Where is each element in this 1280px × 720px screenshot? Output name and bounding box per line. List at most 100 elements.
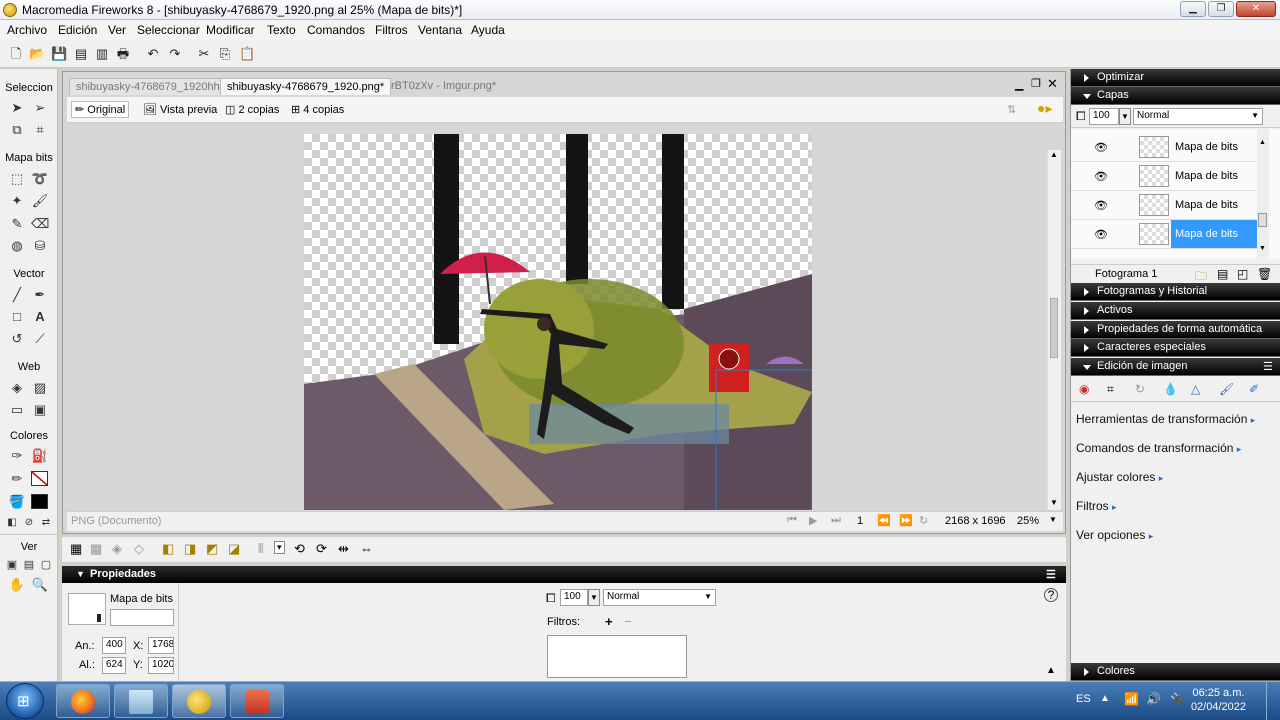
cut-icon[interactable]: ✂	[196, 46, 212, 62]
filters-list[interactable]	[547, 635, 687, 678]
scroll-thumb[interactable]	[1050, 298, 1058, 358]
eraser-tool-icon[interactable]: ⌫	[31, 215, 49, 233]
layer-row[interactable]: 👁 Mapa de bits	[1071, 162, 1257, 191]
close-window-button[interactable]: ✕	[1236, 1, 1276, 17]
align-icon[interactable]: ⫴	[258, 541, 263, 557]
brush-tool-icon[interactable]: 🖌	[31, 192, 49, 210]
crop-tool-icon[interactable]: ⌗	[31, 121, 49, 139]
menu-seleccionar[interactable]: Seleccionar	[137, 23, 200, 37]
layer-opacity-input[interactable]: 100	[1089, 108, 1119, 125]
lasso-tool-icon[interactable]: ➰	[31, 170, 49, 188]
panel-special-chars[interactable]: Caracteres especiales	[1071, 339, 1280, 357]
redo-icon[interactable]: ↷	[167, 46, 183, 62]
frame-prev-button[interactable]: ⏪	[877, 514, 891, 527]
scroll-down-arrow[interactable]: ▼	[1050, 498, 1058, 507]
rotate-left-icon[interactable]: ⟲	[294, 541, 305, 557]
properties-header[interactable]: ▼ Propiedades ☰	[62, 566, 1066, 583]
menu-texto[interactable]: Texto	[267, 23, 296, 37]
freeform-tool-icon[interactable]: ↺	[8, 330, 26, 348]
edit-item-transform-tools[interactable]: Herramientas de transformación ▸	[1076, 412, 1255, 426]
bring-forward-icon[interactable]: ◨	[184, 541, 196, 557]
ie-brush-icon[interactable]: 🖌	[1219, 382, 1234, 396]
panel-activos[interactable]: Activos	[1071, 302, 1280, 320]
undo-icon[interactable]: ↶	[145, 46, 161, 62]
scroll-up-arrow[interactable]: ▲	[1050, 150, 1058, 159]
standard-screen-icon[interactable]: ▣	[3, 556, 21, 574]
frame-last-button[interactable]: ⏭	[831, 514, 841, 527]
canvas-vertical-scrollbar[interactable]: ▲ ▼	[1047, 150, 1061, 510]
ie-drop-icon[interactable]: 💧	[1163, 382, 1178, 396]
text-tool-icon[interactable]: A	[31, 308, 49, 326]
flip-horizontal-icon[interactable]: ⇹	[338, 541, 349, 557]
stroke-color-icon[interactable]: ✏	[8, 470, 26, 488]
zoom-dropdown-icon[interactable]: ▼	[1049, 515, 1057, 524]
magic-wand-icon[interactable]: ✦	[8, 192, 26, 210]
eyedropper-tool-icon[interactable]: ✑	[8, 447, 26, 465]
doc-tab-2[interactable]: shibuyasky-4768679_1920.png*	[220, 78, 392, 95]
power-icon[interactable]: 🔌	[1170, 692, 1185, 706]
subselect-tool-icon[interactable]: ➢	[31, 99, 49, 117]
eye-icon[interactable]: 👁	[1094, 228, 1108, 241]
edit-item-transform-commands[interactable]: Comandos de transformación ▸	[1076, 441, 1241, 455]
taskbar-firefox[interactable]	[56, 684, 110, 718]
edit-item-adjust-colors[interactable]: Ajustar colores ▸	[1076, 470, 1163, 484]
open-file-icon[interactable]: 📂	[29, 46, 45, 62]
expand-properties-icon[interactable]: ▲	[1046, 665, 1056, 676]
doc-tab-1[interactable]: shibuyasky-4768679_1920hhj	[69, 78, 230, 95]
marquee-tool-icon[interactable]: ⬚	[8, 170, 26, 188]
add-filter-icon[interactable]: +	[605, 614, 613, 629]
taskbar-notepad[interactable]	[114, 684, 168, 718]
frame-first-button[interactable]: ⏮	[787, 514, 797, 527]
opacity-dropdown[interactable]: ▼	[588, 589, 600, 606]
x-input[interactable]: 1768	[148, 637, 174, 654]
print-icon[interactable]: 🖶	[115, 46, 131, 62]
import-icon[interactable]: ▤	[73, 46, 89, 62]
group-icon[interactable]: ▦	[70, 541, 82, 557]
ie-replace-color-icon[interactable]: ✐	[1249, 382, 1259, 396]
object-name-input[interactable]	[110, 609, 174, 626]
knife-tool-icon[interactable]: ⟋	[31, 330, 49, 348]
swap-colors-icon[interactable]: ⇄	[37, 514, 55, 532]
optimize-menu-icon[interactable]: ●▸	[1037, 100, 1052, 117]
show-desktop-button[interactable]	[1266, 682, 1280, 720]
view-4up-button[interactable]: ⊞ 4 copias	[291, 103, 344, 116]
menu-edicion[interactable]: Edición	[58, 23, 97, 37]
red-eye-icon[interactable]: ◉	[1079, 382, 1089, 396]
rubber-stamp-icon[interactable]: ⛁	[31, 237, 49, 255]
network-icon[interactable]: 📶	[1124, 692, 1139, 706]
align-dropdown[interactable]: ▾	[274, 541, 285, 554]
trash-icon[interactable]: 🗑	[1257, 267, 1272, 281]
doc-tab-3[interactable]: rBT0zXv - Imgur.png*	[385, 78, 502, 95]
view-original-button[interactable]: ✏ Original	[71, 101, 130, 118]
panel-optimizar[interactable]: Optimizar	[1071, 69, 1280, 87]
panel-image-editing[interactable]: Edición de imagen ☰	[1071, 358, 1280, 376]
layer-row[interactable]: 👁 Mapa de bits	[1071, 133, 1257, 162]
panel-colores[interactable]: Colores	[1071, 663, 1280, 681]
frame-play-button[interactable]: ▶	[809, 514, 817, 527]
doc-restore-icon[interactable]: ❐	[1031, 77, 1041, 90]
volume-icon[interactable]: 🔊	[1146, 692, 1161, 706]
new-bitmap-icon[interactable]: ◰	[1237, 267, 1248, 281]
menu-archivo[interactable]: Archivo	[7, 23, 47, 37]
fill-color-swatch[interactable]	[31, 494, 48, 509]
send-back-icon[interactable]: ◪	[228, 541, 240, 557]
show-slices-icon[interactable]: ▣	[31, 401, 49, 419]
hand-tool-icon[interactable]: ✋	[8, 576, 26, 594]
pencil-tool-icon[interactable]: ✎	[8, 215, 26, 233]
menu-ver[interactable]: Ver	[108, 23, 126, 37]
stroke-color-swatch[interactable]	[31, 471, 48, 486]
tray-expand-icon[interactable]: ▲	[1100, 693, 1110, 704]
hotspot-tool-icon[interactable]: ◈	[8, 379, 26, 397]
fill-color-icon[interactable]: 🪣	[8, 493, 26, 511]
eye-icon[interactable]: 👁	[1094, 170, 1108, 183]
taskbar-clock[interactable]: 06:25 a.m. 02/04/2022	[1191, 686, 1246, 714]
minimize-button[interactable]: ▁	[1180, 1, 1206, 17]
language-indicator[interactable]: ES	[1076, 693, 1091, 705]
menu-ayuda[interactable]: Ayuda	[471, 23, 505, 37]
layer-row[interactable]: 👁 Mapa de bits	[1071, 191, 1257, 220]
pen-tool-icon[interactable]: ✒	[31, 286, 49, 304]
new-layer-icon[interactable]: ▤	[1217, 267, 1228, 281]
opacity-input[interactable]: 100	[560, 589, 588, 606]
frame-next-button[interactable]: ⏩	[899, 514, 913, 527]
frame-loop-button[interactable]: ↻	[919, 514, 928, 527]
